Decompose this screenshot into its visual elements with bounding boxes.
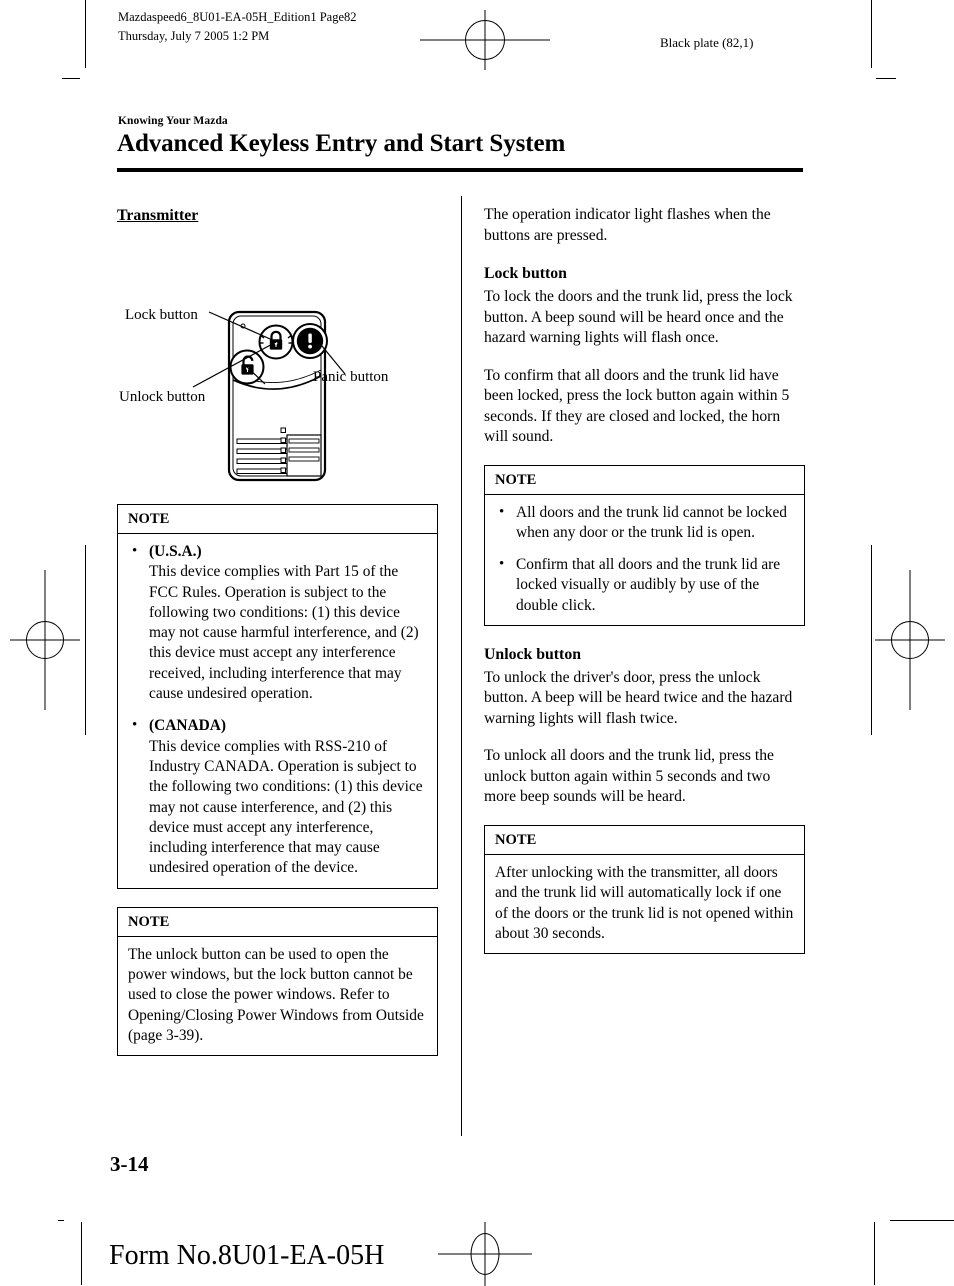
note-list: • All doors and the trunk lid cannot be … [495,503,794,616]
reg-vertical-line [484,10,486,70]
note-box-regulatory: NOTE • (U.S.A.) This device complies wit… [117,504,438,889]
list-item-text: All doors and the trunk lid cannot be lo… [516,503,787,541]
reg-circle [470,1233,500,1275]
reg-vertical-line [44,570,46,710]
reg-circle [26,621,64,659]
section-eyebrow: Knowing Your Mazda [118,115,228,127]
list-item: • (CANADA) This device complies with RSS… [128,716,427,878]
page-number: 3-14 [110,1152,149,1176]
left-column: Transmitter Lock button Unlock button Pa… [117,205,438,1074]
reg-horizontal-line [10,639,80,641]
right-column: The operation indicator light flashes wh… [484,205,805,972]
page-title: Advanced Keyless Entry and Start System [117,130,566,157]
note-box-auto-relock: NOTE After unlocking with the transmitte… [484,824,805,955]
list-item-text: This device complies with RSS-210 of Ind… [149,737,423,877]
crop-line-bottom-left [81,1222,82,1285]
column-divider [461,196,462,1136]
note-box-lock: NOTE • All doors and the trunk lid canno… [484,464,805,626]
reg-circle [465,20,505,60]
crop-tick-top-right [876,78,896,79]
registration-mark-top [420,10,550,70]
crop-line-left [85,545,86,735]
reg-horizontal-line [438,1253,532,1255]
bullet-glyph: • [499,556,505,573]
document-meta: Mazdaspeed6_8U01-EA-05H_Edition1 Page82 … [118,8,357,46]
lock-paragraph-2: To confirm that all doors and the trunk … [484,366,790,446]
crop-tick-bottom-left [58,1220,64,1221]
doc-meta-line2: Thursday, July 7 2005 1:2 PM [118,29,270,43]
title-rule [117,168,803,172]
list-item: • (U.S.A.) This device complies with Par… [128,542,427,704]
bullet-glyph: • [132,543,138,559]
reg-circle [891,621,929,659]
crop-line-top-right [871,0,872,68]
unlock-paragraph-2: To unlock all doors and the trunk lid, p… [484,747,774,806]
doc-meta-line1: Mazdaspeed6_8U01-EA-05H_Edition1 Page82 [118,10,357,24]
note-title: NOTE [118,908,437,937]
crop-line-top-left [85,0,86,68]
reg-horizontal-line [420,39,550,41]
exclamation-mark-icon [308,333,312,349]
list-item-text: Confirm that all doors and the trunk lid… [516,556,781,614]
list-item: • All doors and the trunk lid cannot be … [495,503,794,544]
note-body: • (U.S.A.) This device complies with Par… [118,534,437,888]
transmitter-figure: Lock button Unlock button Panic button [117,242,438,504]
reg-vertical-line [909,570,911,710]
note-text: The unlock button can be used to open th… [128,945,424,1044]
crop-line-right [871,545,872,735]
note-title: NOTE [118,505,437,534]
list-item: • Confirm that all doors and the trunk l… [495,555,794,616]
reg-horizontal-line [875,639,945,641]
unlock-button-heading: Unlock button [484,645,582,663]
note-text: After unlocking with the transmitter, al… [495,863,794,942]
list-item-text: This device complies with Part 15 of the… [149,563,419,703]
note-body: After unlocking with the transmitter, al… [485,855,804,953]
intro-paragraph: The operation indicator light flashes wh… [484,206,771,244]
form-number: Form No.8U01-EA-05H [109,1240,385,1271]
lock-paragraph-1: To lock the doors and the trunk lid, pre… [484,288,793,346]
figure-label-unlock-button: Unlock button [119,389,206,405]
unlock-paragraph-1: To unlock the driver's door, press the u… [484,668,793,727]
note-body: The unlock button can be used to open th… [118,937,437,1055]
registration-mark-left [10,570,80,710]
bullet-glyph: • [132,717,138,734]
registration-mark-bottom [420,1222,550,1286]
crop-line-bottom-right [874,1222,875,1285]
note-title: NOTE [485,826,804,855]
note-box-power-windows: NOTE The unlock button can be used to op… [117,906,438,1057]
list-item-lead: (CANADA) [149,717,226,735]
crop-tick-top-left [62,78,80,79]
figure-label-lock-button: Lock button [125,307,198,323]
note-list: • (U.S.A.) This device complies with Par… [128,542,427,879]
reg-vertical-line [484,1222,486,1286]
transmitter-illustration [192,310,346,482]
bullet-glyph: • [499,503,505,520]
figure-label-panic-button: Panic button [313,369,389,385]
lock-button-heading: Lock button [484,265,567,282]
registration-mark-right [875,570,945,710]
list-item-lead: (U.S.A.) [149,543,202,560]
transmitter-heading: Transmitter [117,207,199,224]
note-body: • All doors and the trunk lid cannot be … [485,495,804,625]
crop-tick-bottom-right [890,1220,954,1221]
note-title: NOTE [485,466,804,495]
plate-label: Black plate (82,1) [660,35,754,50]
